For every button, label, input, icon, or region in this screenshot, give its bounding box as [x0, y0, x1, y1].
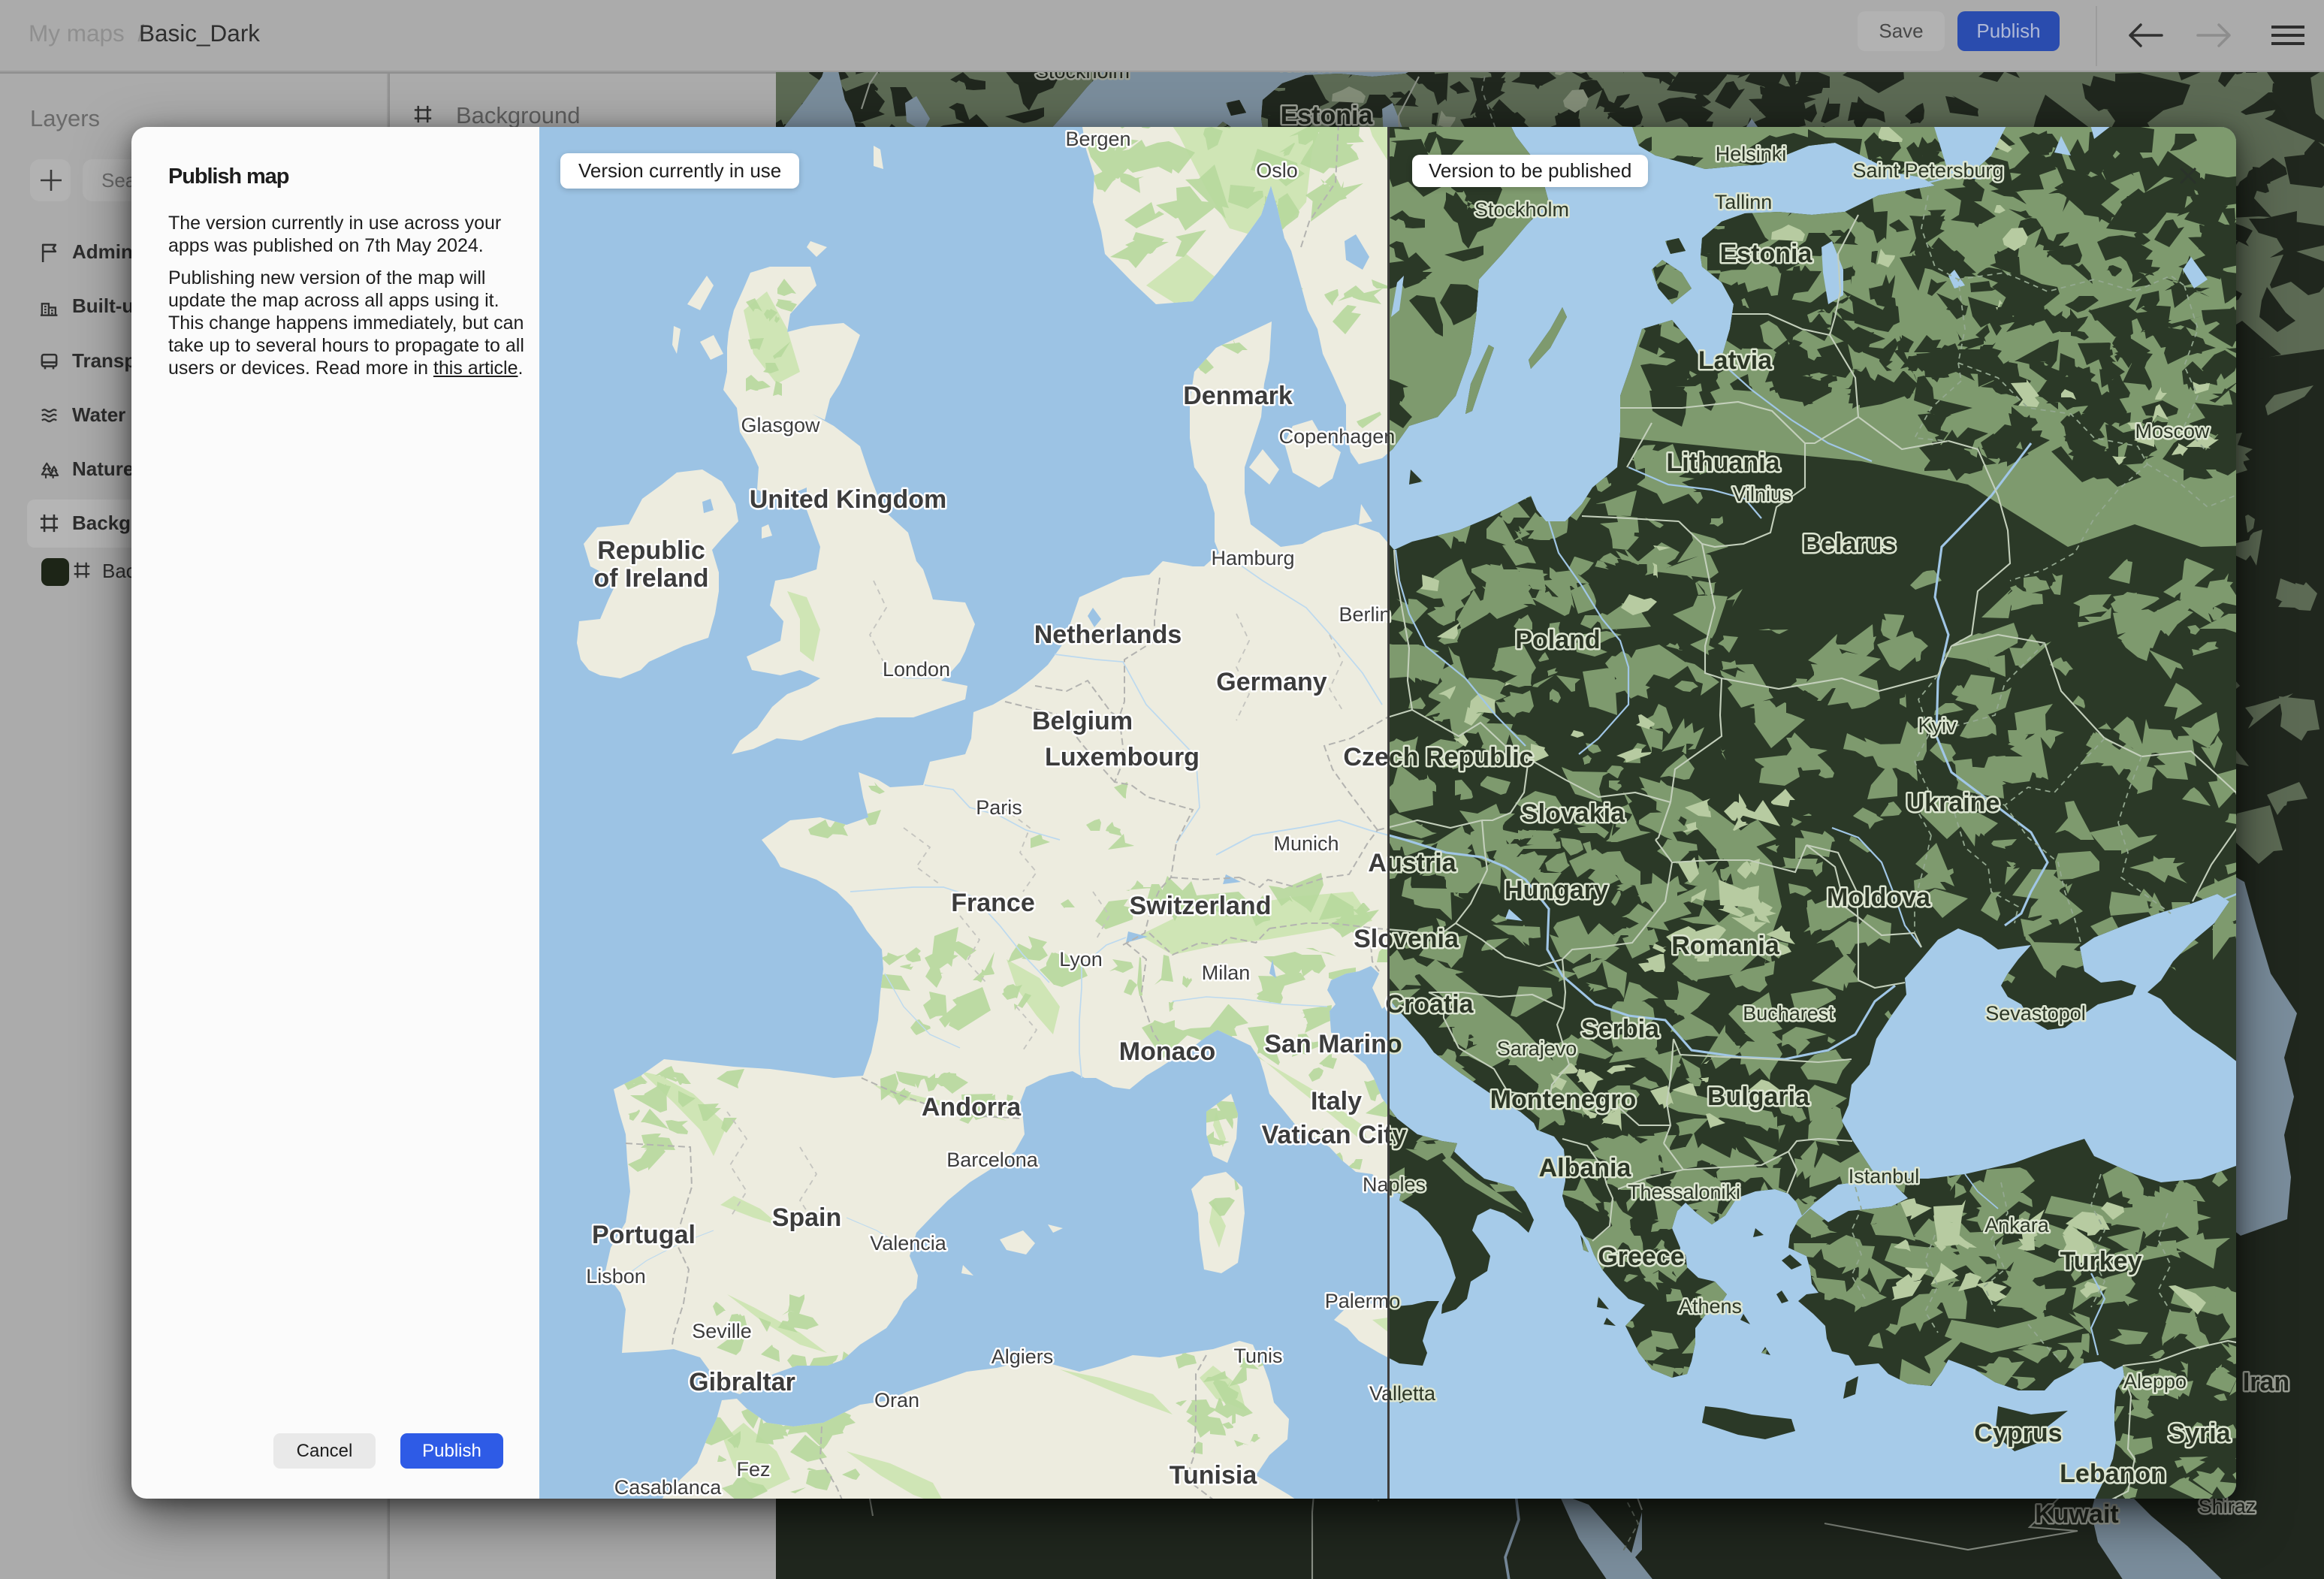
- svg-text:London: London: [883, 658, 950, 681]
- svg-text:Glasgow: Glasgow: [741, 414, 820, 436]
- svg-text:Portugal: Portugal: [592, 1221, 696, 1249]
- svg-text:of Ireland: of Ireland: [593, 564, 708, 593]
- svg-text:Casablanca: Casablanca: [614, 1476, 723, 1499]
- svg-text:Hamburg: Hamburg: [1211, 547, 1294, 569]
- svg-text:Algiers: Algiers: [991, 1345, 1054, 1368]
- svg-text:France: France: [951, 889, 1035, 917]
- svg-text:Munich: Munich: [1273, 832, 1339, 855]
- svg-text:Tallinn: Tallinn: [1275, 72, 1333, 75]
- svg-text:Gibraltar: Gibraltar: [689, 1368, 795, 1396]
- svg-text:Monaco: Monaco: [1119, 1037, 1215, 1066]
- svg-text:Copenhagen: Copenhagen: [1279, 425, 1396, 448]
- svg-text:Luxembourg: Luxembourg: [1045, 743, 1200, 771]
- svg-text:United Kingdom: United Kingdom: [750, 485, 947, 514]
- svg-text:Oslo: Oslo: [1256, 159, 1298, 182]
- svg-text:Berlin: Berlin: [1339, 603, 1390, 626]
- svg-text:Milan: Milan: [1202, 962, 1251, 984]
- svg-text:Iran: Iran: [2243, 1368, 2289, 1396]
- svg-text:Lyon: Lyon: [1059, 948, 1103, 971]
- svg-text:Fez: Fez: [736, 1458, 770, 1481]
- svg-text:Valencia: Valencia: [870, 1232, 947, 1254]
- svg-text:Republic: Republic: [597, 536, 705, 565]
- svg-text:Germany: Germany: [1216, 668, 1326, 696]
- svg-text:Tunis: Tunis: [1233, 1345, 1282, 1367]
- svg-text:Stockholm: Stockholm: [1035, 72, 1130, 83]
- svg-text:Denmark: Denmark: [1183, 382, 1293, 410]
- svg-text:Kuwait: Kuwait: [2035, 1500, 2118, 1529]
- svg-text:Seville: Seville: [692, 1320, 752, 1342]
- svg-text:Estonia: Estonia: [1281, 101, 1374, 130]
- svg-text:Bergen: Bergen: [1065, 128, 1130, 150]
- svg-text:Tunisia: Tunisia: [1170, 1461, 1258, 1490]
- svg-text:Barcelona: Barcelona: [946, 1149, 1039, 1171]
- svg-text:Switzerland: Switzerland: [1130, 892, 1272, 920]
- svg-text:Spain: Spain: [772, 1203, 842, 1232]
- svg-text:San Marino: San Marino: [1264, 1030, 1402, 1058]
- svg-text:Paris: Paris: [976, 796, 1022, 819]
- svg-text:Netherlands: Netherlands: [1034, 620, 1182, 649]
- svg-text:Italy: Italy: [1311, 1087, 1362, 1116]
- svg-text:Andorra: Andorra: [922, 1093, 1022, 1122]
- svg-text:Lisbon: Lisbon: [586, 1265, 646, 1288]
- svg-text:Oran: Oran: [874, 1389, 919, 1411]
- svg-text:Vatican City: Vatican City: [1262, 1121, 1407, 1149]
- svg-text:Belgium: Belgium: [1032, 707, 1133, 735]
